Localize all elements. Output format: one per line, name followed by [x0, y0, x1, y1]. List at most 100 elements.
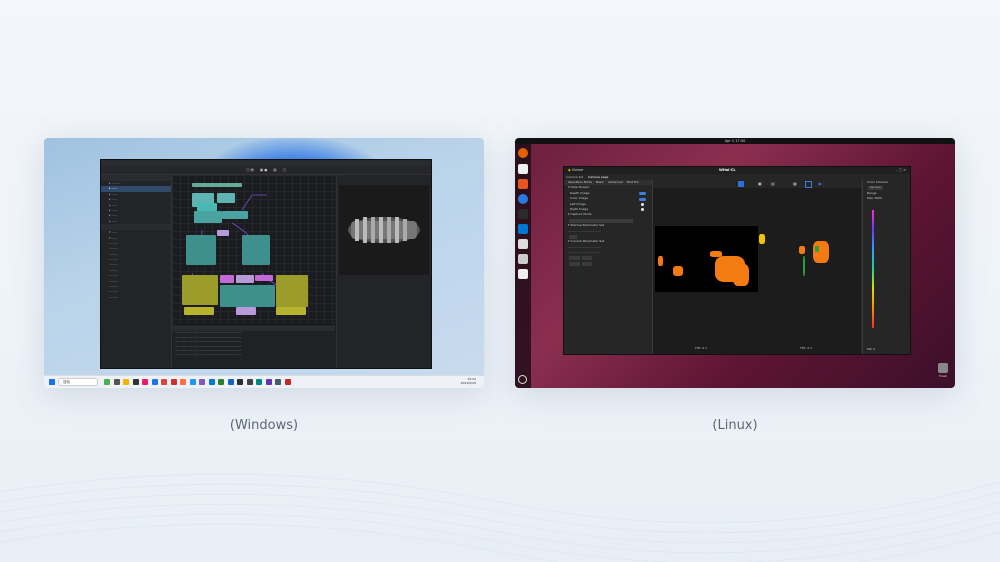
graph-node[interactable] — [186, 235, 216, 265]
graph-node[interactable] — [192, 183, 242, 187]
tab-camera-page[interactable]: Camera page — [588, 175, 608, 179]
app-icon[interactable] — [218, 379, 224, 385]
app-icon[interactable] — [284, 379, 291, 385]
graph-node[interactable] — [222, 211, 248, 219]
color-scheme-panel: Color Scheme Rainbow Range Max 3000 Min … — [862, 180, 910, 354]
app-icon[interactable] — [227, 379, 234, 385]
app-icon[interactable] — [142, 379, 148, 385]
app-icon[interactable] — [199, 379, 205, 385]
app-icon[interactable] — [265, 379, 272, 385]
graph-node[interactable] — [220, 275, 234, 283]
point-cloud-object — [348, 217, 420, 243]
view-icon[interactable]: ◉ — [818, 181, 822, 186]
app-icon[interactable] — [104, 379, 110, 385]
graph-node[interactable] — [276, 275, 308, 307]
app-icon[interactable] — [237, 379, 243, 385]
app-icon[interactable] — [518, 254, 528, 264]
taskbar-clock[interactable]: 15:22 2024/6/26 — [461, 377, 476, 385]
toolbar-button[interactable]: ▧ — [273, 168, 276, 172]
graph-node[interactable] — [197, 203, 217, 211]
graph-node[interactable] — [220, 285, 275, 307]
viewer-app-window: ◆ Viewer WHal-CL – □ × Camera list Camer… — [563, 166, 911, 355]
windows-screenshot: ▢ ▤ ▣ ● ▧ ▢ ▸ ——— ▸ —— ▸ —— ▸ —— ▸ —— ▸ … — [44, 138, 484, 388]
graph-node[interactable] — [184, 307, 214, 315]
change-button[interactable] — [569, 234, 578, 239]
graph-node[interactable] — [236, 275, 254, 283]
graph-node[interactable] — [217, 193, 235, 203]
node-graph-canvas[interactable] — [172, 175, 335, 325]
color-fps: FPS: 6.7 — [800, 346, 813, 350]
app-icon[interactable] — [189, 379, 196, 385]
color-blob — [803, 256, 805, 276]
view-icon[interactable] — [805, 181, 812, 188]
color-image-toggle[interactable] — [639, 197, 646, 201]
firefox-icon[interactable] — [518, 148, 528, 158]
2d-view-icon[interactable] — [738, 181, 744, 187]
depth-blob — [673, 266, 683, 276]
folder-icon[interactable] — [123, 379, 129, 385]
app-icon[interactable] — [246, 379, 253, 385]
linux-caption: (Linux) — [712, 418, 758, 433]
text-editor-icon[interactable] — [518, 239, 528, 249]
app-icon[interactable] — [151, 379, 158, 385]
graph-node[interactable] — [217, 230, 229, 236]
graph-node[interactable] — [236, 307, 256, 315]
right-image-toggle[interactable] — [641, 208, 644, 212]
app-titlebar: ◆ Viewer WHal-CL – □ × — [564, 167, 910, 174]
depth-image-view[interactable] — [655, 226, 758, 292]
tab-post-pro[interactable]: Post Pro — [627, 180, 639, 184]
tab-operation-mode[interactable]: Operation Mode — [568, 180, 592, 184]
tab-camera-list[interactable]: Camera list — [566, 175, 583, 179]
toolbar-button[interactable]: ▣ ● — [260, 168, 267, 172]
save-button[interactable] — [581, 256, 593, 261]
app-grid-icon[interactable] — [518, 375, 527, 384]
chrome-icon[interactable] — [161, 379, 167, 385]
app-icon[interactable] — [256, 379, 262, 385]
files-icon[interactable] — [518, 164, 528, 174]
trash-desktop-icon[interactable]: Trash — [936, 363, 950, 378]
graph-node[interactable] — [182, 275, 218, 305]
help-icon[interactable] — [518, 194, 528, 204]
app-icon[interactable] — [170, 379, 177, 385]
taskbar-search-box[interactable]: 搜索 — [58, 378, 98, 386]
tab-advanced[interactable]: Advanced — [608, 180, 623, 184]
document-icon[interactable] — [518, 269, 528, 279]
windows-start-icon[interactable] — [49, 379, 55, 385]
load-button[interactable] — [569, 256, 580, 261]
view-icon[interactable]: ▣ — [758, 181, 762, 186]
view-icon[interactable]: ▤ — [771, 181, 775, 186]
export-button[interactable] — [581, 261, 593, 266]
import-button[interactable] — [569, 261, 580, 266]
view-icon[interactable]: ▦ — [793, 181, 797, 186]
windows-caption: (Windows) — [229, 418, 299, 433]
app-icon[interactable] — [113, 379, 120, 385]
graph-node[interactable] — [194, 211, 222, 223]
app-icon[interactable] — [180, 379, 186, 385]
tree-item[interactable]: ——— — [101, 295, 171, 300]
toolbar-button[interactable]: ▢ ▤ — [246, 168, 254, 172]
app-logo-icon: ◆ — [568, 168, 571, 172]
color-blob — [815, 246, 819, 252]
tab-basic[interactable]: Basic — [596, 180, 604, 184]
graph-node[interactable] — [276, 307, 306, 315]
depth-image-toggle[interactable] — [639, 192, 646, 196]
app-icon[interactable] — [132, 379, 139, 385]
depth-blob — [733, 264, 749, 286]
software-center-icon[interactable] — [518, 179, 528, 189]
color-range-slider[interactable] — [872, 210, 874, 328]
window-controls[interactable]: – □ × — [896, 167, 906, 174]
left-tree-panel: ▸ ——— ▸ —— ▸ —— ▸ —— ▸ —— ▸ —— ▸ —— ▸ ——… — [101, 175, 172, 368]
topbar-clock[interactable]: Apr 1 17:50 — [725, 139, 746, 143]
graph-node[interactable] — [242, 235, 270, 265]
vscode-icon[interactable] — [518, 224, 528, 234]
terminal-icon[interactable] — [518, 209, 528, 219]
app-icon[interactable] — [275, 379, 281, 385]
app-toolbar: ▢ ▤ ▣ ● ▧ ▢ — [101, 166, 431, 175]
left-image-toggle[interactable] — [641, 203, 644, 207]
color-image-view[interactable] — [759, 226, 859, 292]
toolbar-button[interactable]: ▢ — [283, 168, 286, 172]
graph-node[interactable] — [255, 275, 273, 281]
3d-point-cloud-preview[interactable] — [339, 185, 429, 275]
color-blob — [799, 246, 805, 254]
vscode-icon[interactable] — [208, 379, 215, 385]
